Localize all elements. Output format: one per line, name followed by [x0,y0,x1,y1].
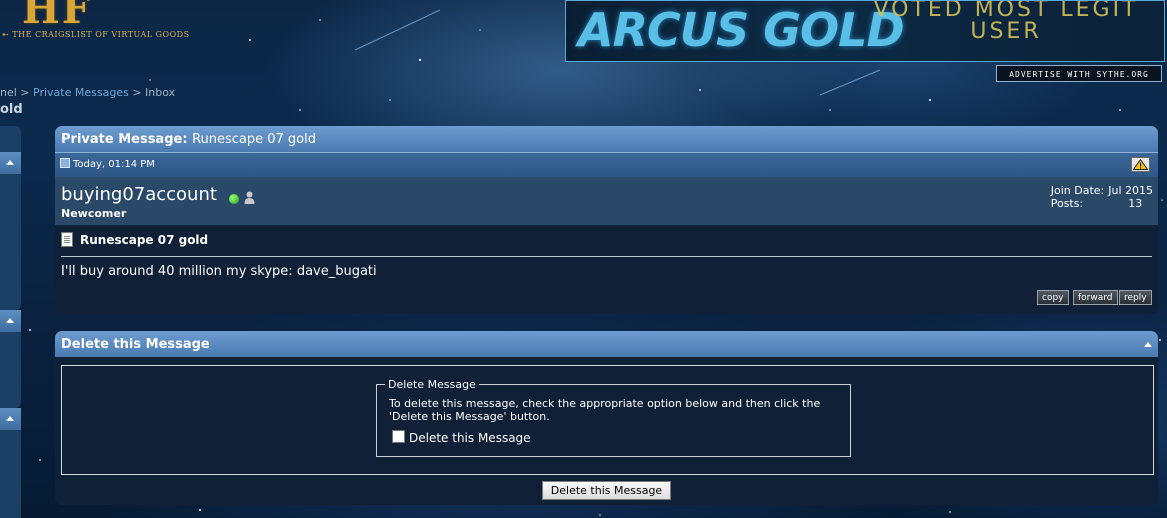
sidebar-collapse-button[interactable] [0,152,21,174]
user-stats: Join Date: Jul 2015 Posts: 13 [1051,184,1153,210]
panel-title-value: Runescape 07 gold [192,132,317,147]
breadcrumb-separator: > [132,86,142,99]
sidebar-block-1 [0,126,21,310]
username-link[interactable]: buying07account [61,184,217,205]
message-body: I'll buy around 40 million my skype: dav… [61,264,377,279]
page-title: old [0,102,23,117]
posts-value: 13 [1128,197,1143,210]
sidebar-block-2 [0,310,21,408]
panel-header: Delete this Message [55,331,1158,357]
sidebar-block-3 [0,408,21,518]
copy-button[interactable]: copy [1037,290,1069,305]
panel-header: Private Message: Runescape 07 gold [55,126,1158,152]
post-date: Today, 01:14 PM [73,159,155,170]
breadcrumb-item-control-panel[interactable]: nel [0,86,17,99]
sidebar-collapse-button[interactable] [0,310,21,332]
join-date-label: Join Date: [1050,184,1105,197]
message-subject-text: Runescape 07 gold [80,233,209,247]
post-date-bar: Today, 01:14 PM [55,152,1158,177]
report-button[interactable] [1131,157,1150,172]
posts-label: Posts: [1050,197,1084,210]
warning-icon [1133,159,1148,170]
panel-title-label: Private Message [61,132,183,147]
delete-form-box: Delete Message To delete this message, c… [61,365,1154,475]
logo-tagline: ➸ THE CRAIGSLIST OF VIRTUAL GOODS [2,30,190,39]
user-title: Newcomer [61,207,127,220]
banner-brand: ARCUS GOLD [578,3,905,57]
breadcrumb-separator: > [20,86,30,99]
collapse-arrow-icon [6,318,14,323]
join-date-value: Jul 2015 [1108,184,1153,197]
breadcrumb-item-private-messages[interactable]: Private Messages [33,86,129,99]
forward-button[interactable]: forward [1073,290,1118,305]
fieldset-legend: Delete Message [385,378,479,391]
delete-instructions: To delete this message, check the approp… [389,397,821,423]
site-logo[interactable]: HF ➸ THE CRAIGSLIST OF VIRTUAL GOODS [0,0,200,44]
logo-wordmark: HF [22,0,93,33]
delete-option[interactable]: Delete this Message [392,430,531,445]
online-status-icon [229,194,239,204]
delete-message-panel: Delete this Message Delete Message To de… [55,331,1158,505]
delete-checkbox-label[interactable]: Delete this Message [409,431,531,445]
ad-banner[interactable]: ARCUS GOLD VOTED MOST LEGIT USER [565,0,1165,62]
delete-message-button[interactable]: Delete this Message [542,481,671,500]
delete-fieldset: Delete Message To delete this message, c… [376,378,851,457]
user-profile-icon[interactable] [244,191,255,204]
divider [61,256,1152,257]
collapse-arrow-icon[interactable] [1144,342,1152,347]
collapse-arrow-icon [6,416,14,421]
private-message-panel: Private Message: Runescape 07 gold Today… [55,126,1158,314]
advertise-link[interactable]: ADVERTISE WITH SYTHE.ORG [996,65,1162,82]
breadcrumb-item-inbox[interactable]: Inbox [145,86,175,99]
message-subject: Runescape 07 gold [61,232,208,247]
document-icon [61,232,73,247]
user-info-bar: buying07account Newcomer Join Date: Jul 2… [55,177,1158,225]
delete-checkbox[interactable] [392,430,405,443]
sidebar-collapse-button[interactable] [0,408,21,430]
panel-title: Delete this Message [61,337,210,352]
collapse-arrow-icon [6,160,14,165]
breadcrumb: nel > Private Messages > Inbox [0,86,175,99]
banner-slogan: VOTED MOST LEGIT USER [873,0,1139,44]
reply-button[interactable]: reply [1119,290,1152,305]
post-status-icon [60,158,70,168]
